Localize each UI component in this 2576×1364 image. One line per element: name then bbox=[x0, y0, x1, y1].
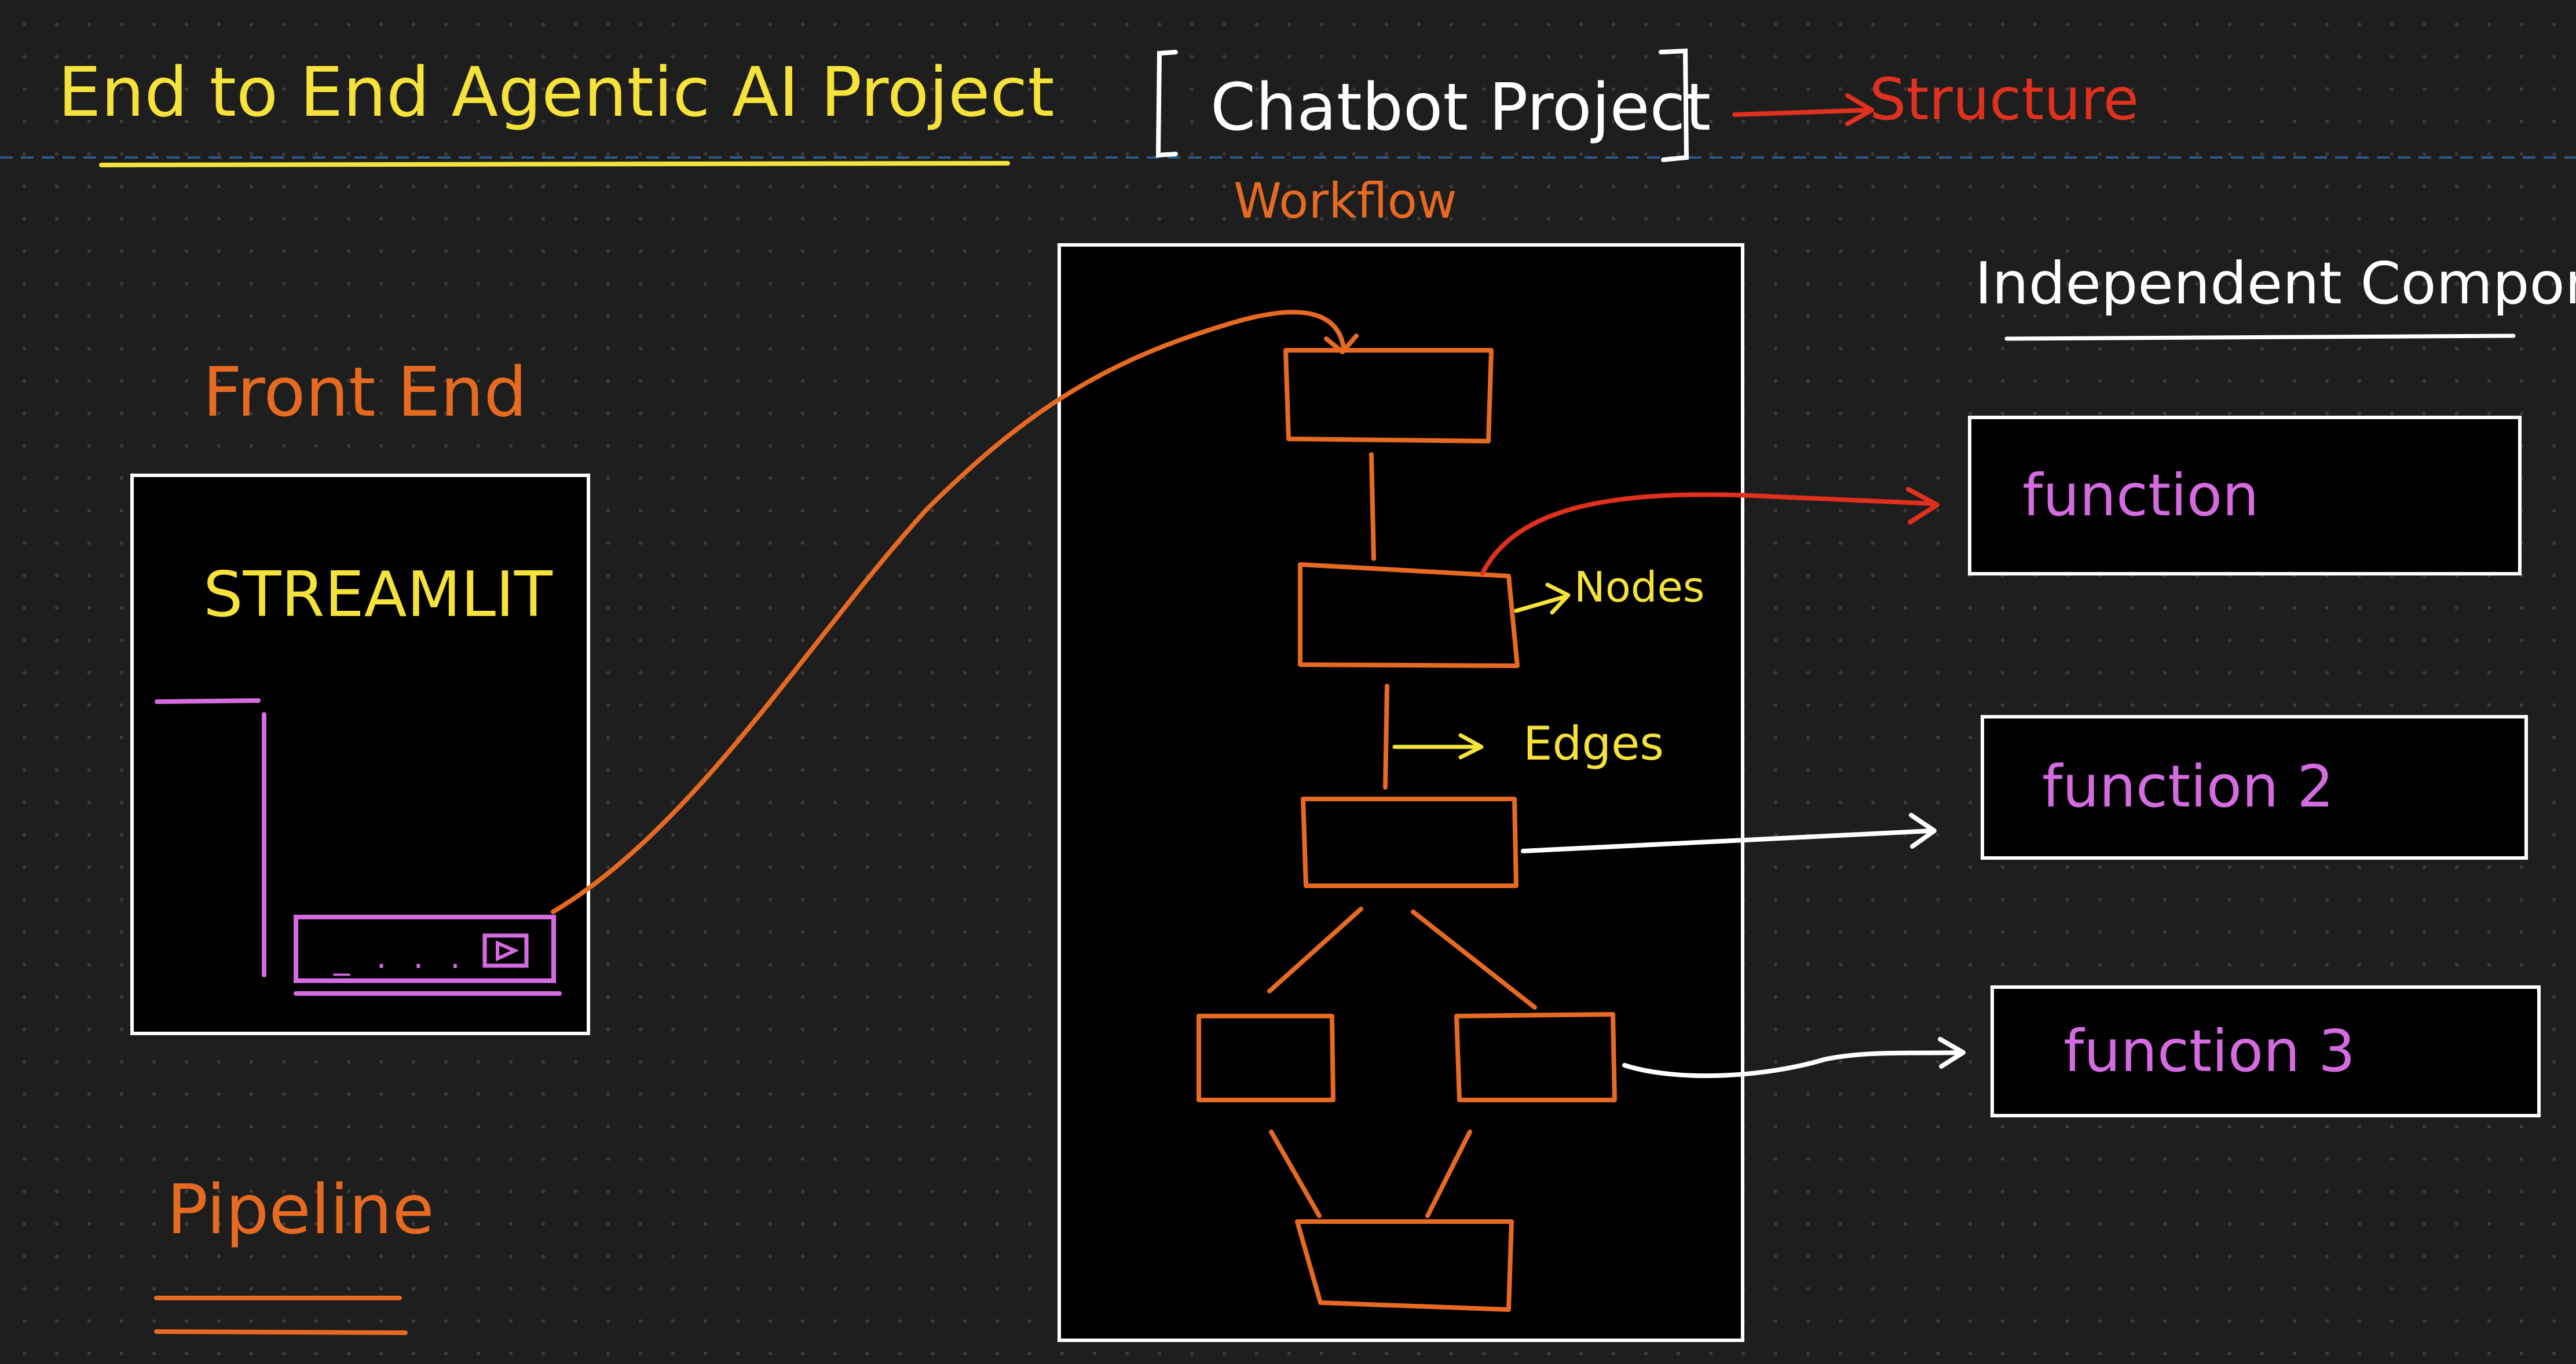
graph-edge-1-2 bbox=[1369, 452, 1376, 561]
graph-edge-3-4 bbox=[1267, 907, 1363, 993]
graph-edge-2-3 bbox=[1383, 684, 1389, 790]
workflow-graph bbox=[551, 310, 1966, 1312]
function-1-label: function bbox=[2022, 461, 2259, 529]
graph-edge-3-5 bbox=[1411, 910, 1537, 1010]
node-to-function-connector bbox=[1480, 492, 1937, 575]
frontend-to-workflow-connector bbox=[551, 310, 1346, 914]
whiteboard-canvas: End to End Agentic AI Project Chatbot Pr… bbox=[0, 0, 2576, 1364]
function-2-label: function 2 bbox=[2042, 753, 2334, 820]
components-heading: Independent Components bbox=[1975, 250, 2576, 317]
graph-node-2 bbox=[1298, 562, 1520, 668]
edges-annotation: Edges bbox=[1523, 717, 1664, 771]
graph-node-5 bbox=[1454, 1012, 1617, 1102]
pipeline-label: Pipeline bbox=[167, 1169, 434, 1249]
graph-edge-5-6 bbox=[1425, 1130, 1472, 1218]
graph-node-1 bbox=[1283, 348, 1494, 443]
node-to-function-arrowhead bbox=[1906, 487, 1940, 525]
component-function-2: function 2 bbox=[1981, 715, 2528, 860]
component-function-1: function bbox=[1968, 416, 2522, 575]
graph-node-6 bbox=[1295, 1219, 1514, 1312]
component-function-3: function 3 bbox=[1990, 985, 2541, 1117]
node3-to-function2-connector bbox=[1521, 828, 1934, 853]
node5-to-function3-connector bbox=[1622, 1050, 1963, 1079]
graph-node-3 bbox=[1301, 797, 1518, 888]
function-3-label: function 3 bbox=[2063, 1017, 2355, 1085]
nodes-annotation: Nodes bbox=[1574, 563, 1705, 611]
graph-edge-4-6 bbox=[1269, 1130, 1322, 1218]
graph-node-4 bbox=[1196, 1014, 1335, 1102]
